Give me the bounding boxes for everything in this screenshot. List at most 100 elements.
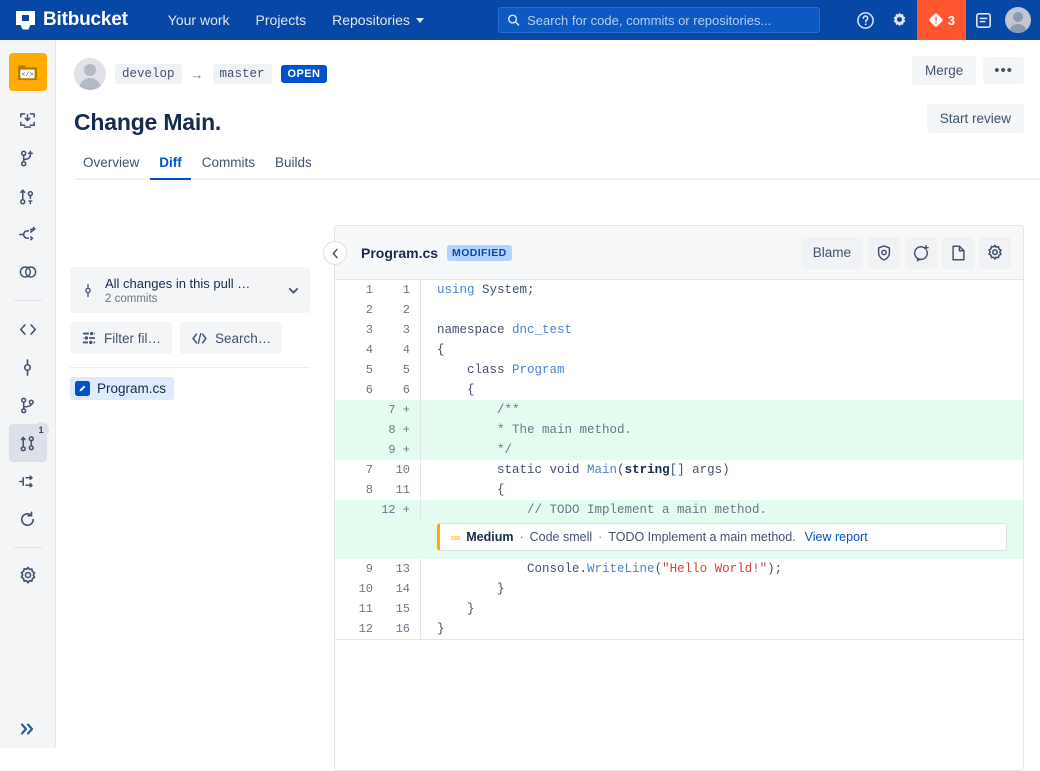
new-line-number: 5 <box>402 363 410 377</box>
code-token: /** <box>437 403 520 417</box>
diff-line[interactable]: 7 10 static void Main(string[] args) <box>335 460 1023 480</box>
file-list-item-program-cs[interactable]: Program.cs <box>70 377 175 400</box>
help-button[interactable] <box>849 0 883 40</box>
sidebar-item-branches[interactable] <box>9 386 47 424</box>
security-shield-button[interactable] <box>868 236 900 269</box>
annotation-message: TODO Implement a main method. <box>608 530 796 544</box>
filter-files-button[interactable]: Filter fil… <box>70 322 172 354</box>
filter-files-label: Filter fil… <box>104 330 161 346</box>
view-report-link[interactable]: View report <box>805 530 868 544</box>
bitbucket-logo[interactable]: Bitbucket <box>16 9 128 31</box>
tab-diff[interactable]: Diff <box>150 149 191 180</box>
tab-builds[interactable]: Builds <box>266 149 321 180</box>
chevron-left-icon <box>332 248 338 258</box>
sidebar-item-pull-requests[interactable]: 1 <box>8 422 49 462</box>
file-view-icon <box>951 245 965 260</box>
diff-line[interactable]: 3 3 namespace dnc_test <box>335 320 1023 340</box>
old-line-number: 1 <box>365 283 373 297</box>
page-title: Change Main. <box>74 109 222 135</box>
diff-line[interactable]: 12 16} <box>335 619 1023 639</box>
line-number-gutter: 11 15 <box>335 599 420 619</box>
diff-line[interactable]: 4 4{ <box>335 340 1023 360</box>
sidebar-item-clone[interactable] <box>9 101 47 139</box>
sidebar-item-source[interactable] <box>9 310 47 348</box>
sidebar-item-commits[interactable] <box>9 348 47 386</box>
sidebar-expand-button[interactable] <box>0 722 56 736</box>
diff-filename[interactable]: Program.cs <box>361 245 438 261</box>
sidebar-item-create-fork[interactable] <box>9 215 47 253</box>
search-input[interactable] <box>527 12 811 28</box>
diff-line[interactable]: 8 + * The main method. <box>335 420 1023 440</box>
changes-scope-select[interactable]: All changes in this pull … 2 commits <box>70 267 310 313</box>
new-line-number: 8 + <box>388 423 410 437</box>
code-token: static void <box>437 463 588 477</box>
old-line-number: 10 <box>358 582 373 596</box>
alerts-button[interactable]: 3 <box>916 0 966 40</box>
code-token: ( <box>654 562 663 576</box>
fork-add-icon <box>19 226 36 240</box>
line-number-gutter: 12 16 <box>335 619 420 639</box>
code-annotation[interactable]: ═ Medium · Code smell · TODO Implement a… <box>437 523 1007 551</box>
file-view-button[interactable] <box>942 236 974 269</box>
nav-projects[interactable]: Projects <box>246 6 317 34</box>
blame-button[interactable]: Blame <box>800 236 863 269</box>
code-token: */ <box>437 443 513 457</box>
search-diff-button[interactable]: Search… <box>180 322 283 354</box>
source-branch-chip[interactable]: develop <box>115 64 182 84</box>
old-line-number: 7 <box>365 463 373 477</box>
diff-toolbar: Blame <box>800 236 1011 269</box>
top-navigation-bar: Bitbucket Your work Projects Repositorie… <box>0 0 1040 40</box>
more-actions-button[interactable]: ••• <box>983 57 1024 84</box>
sidebar-item-pipelines[interactable] <box>9 462 47 500</box>
sidebar-item-create-branch[interactable] <box>9 139 47 177</box>
settings-button[interactable] <box>883 0 917 40</box>
code-token: } <box>437 582 505 596</box>
header-actions: Merge ••• <box>911 56 1024 85</box>
diff-line[interactable]: 66 { <box>335 380 1023 400</box>
author-avatar[interactable] <box>74 58 106 90</box>
changes-scope-text: All changes in this pull … 2 commits <box>105 276 278 305</box>
sidebar-item-create-pull-request[interactable] <box>9 177 47 215</box>
diff-line[interactable]: 9 + */ <box>335 440 1023 460</box>
chevron-down-icon <box>415 17 424 23</box>
start-review-button[interactable]: Start review <box>926 104 1024 133</box>
diff-line[interactable]: 10 14 } <box>335 579 1023 599</box>
sidebar-item-compare[interactable] <box>9 253 47 291</box>
code-line-text: // TODO Implement a main method. <box>420 500 1023 520</box>
deployments-refresh-icon <box>21 510 35 526</box>
code-line-text: } <box>420 579 1023 599</box>
diff-settings-button[interactable] <box>979 236 1011 269</box>
annotation-separator-1: · <box>519 530 524 544</box>
notes-button[interactable] <box>966 0 1000 40</box>
user-avatar[interactable] <box>1005 7 1031 33</box>
global-search[interactable] <box>498 7 820 33</box>
tab-overview[interactable]: Overview <box>74 149 148 180</box>
diff-line[interactable]: 8 11 { <box>335 480 1023 500</box>
add-comment-button[interactable] <box>905 236 937 269</box>
sidebar-item-repository[interactable]: </> <box>8 53 47 91</box>
sidebar-item-deployments[interactable] <box>9 500 47 538</box>
diff-line[interactable]: 22 <box>335 300 1023 320</box>
nav-repositories[interactable]: Repositories <box>322 6 434 34</box>
diff-line[interactable]: 55 class Program <box>335 360 1023 380</box>
new-line-number: 6 <box>402 383 410 397</box>
line-number-gutter: 7 10 <box>335 460 420 480</box>
diff-line[interactable]: 7 + /** <box>335 400 1023 420</box>
modified-pencil-icon <box>75 381 90 396</box>
merge-button[interactable]: Merge <box>911 56 977 85</box>
diff-line[interactable]: 11 15 } <box>335 599 1023 619</box>
nav-your-work[interactable]: Your work <box>158 6 240 34</box>
diff-line[interactable]: 1 1 using System; <box>335 280 1023 300</box>
code-token: Console <box>437 562 580 576</box>
sidebar-item-repository-settings[interactable] <box>9 557 47 595</box>
diff-line[interactable]: 9 13 Console.WriteLine("Hello World!"); <box>335 559 1023 579</box>
repository-code-icon: </> <box>18 64 37 80</box>
nav-repositories-label: Repositories <box>332 12 410 28</box>
target-branch-chip[interactable]: master <box>212 64 272 84</box>
code-line-text: Console.WriteLine("Hello World!"); <box>420 559 1023 579</box>
diff-line[interactable]: 12 + // TODO Implement a main method. <box>335 500 1023 520</box>
tab-commits[interactable]: Commits <box>193 149 264 180</box>
collapse-sidebar-button[interactable] <box>323 241 347 265</box>
diff-panel: Program.cs MODIFIED Blame 1 1 using Syst… <box>323 225 1024 771</box>
help-circle-icon <box>857 11 875 29</box>
